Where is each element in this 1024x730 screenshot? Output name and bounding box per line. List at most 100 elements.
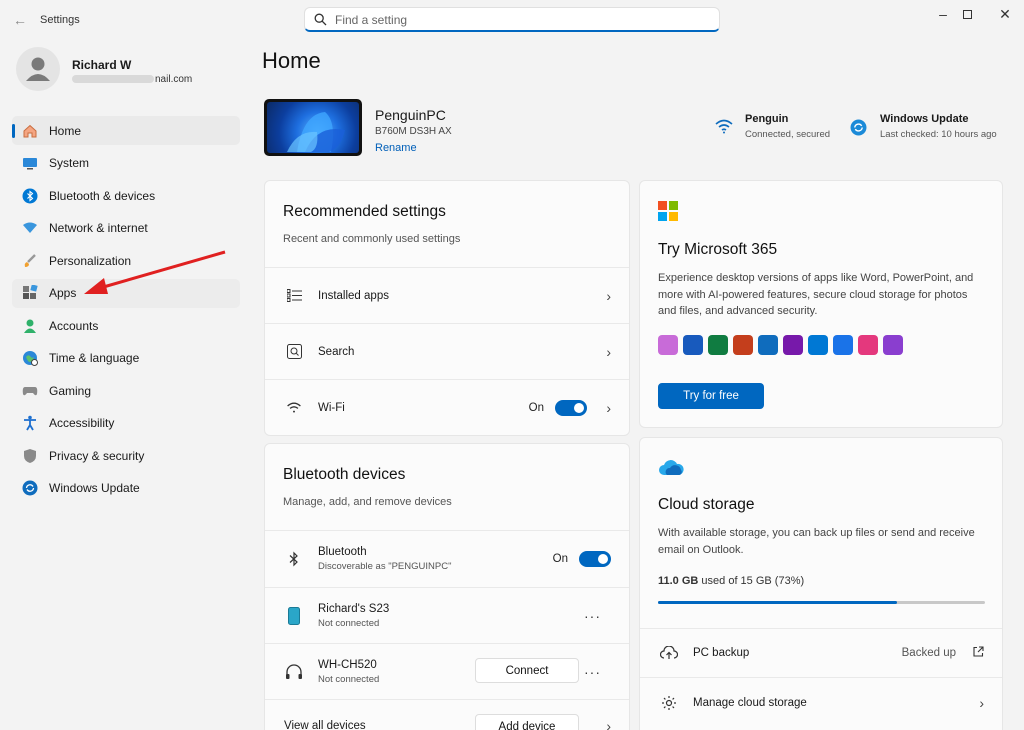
chevron-right-icon: ›	[979, 694, 984, 711]
bluetooth-devices-card: Bluetooth devices Manage, add, and remov…	[264, 443, 630, 730]
search-settings-icon	[285, 343, 303, 361]
logo-square	[658, 201, 667, 210]
app-icon	[708, 335, 728, 355]
logo-square	[658, 212, 667, 221]
home-icon	[21, 122, 39, 140]
search-icon	[314, 13, 327, 26]
accessibility-icon	[21, 414, 39, 432]
app-icon	[658, 335, 678, 355]
app-icon	[808, 335, 828, 355]
storage-used: 11.0 GB	[658, 575, 699, 587]
open-external-icon[interactable]	[973, 646, 984, 660]
avatar[interactable]	[16, 47, 60, 91]
cloud-storage-card: Cloud storage With available storage, yo…	[639, 437, 1003, 730]
device-model: B760M DS3H AX	[375, 126, 452, 137]
installed-apps-row[interactable]: Installed apps ›	[265, 267, 629, 323]
sidebar-item-privacy[interactable]: Privacy & security	[12, 441, 240, 470]
sidebar-item-windows-update[interactable]: Windows Update	[12, 474, 240, 503]
row-sublabel: Discoverable as "PENGUINPC"	[318, 561, 452, 572]
annotation-arrow	[84, 250, 226, 294]
sidebar-item-label: Network & internet	[49, 221, 148, 235]
chevron-right-icon: ›	[606, 399, 611, 416]
bluetooth-icon	[21, 187, 39, 205]
update-status-icon	[850, 119, 867, 136]
connect-button[interactable]: Connect	[475, 658, 579, 683]
more-options-icon[interactable]: ···	[584, 608, 601, 624]
update-status-title: Windows Update	[880, 113, 969, 125]
add-device-button[interactable]: Add device	[475, 714, 579, 730]
wifi-status-sub: Connected, secured	[745, 129, 831, 140]
page-title: Home	[262, 48, 321, 73]
wifi-status[interactable]: Penguin Connected, secured	[745, 113, 830, 140]
backup-state: Backed up	[901, 647, 956, 659]
app-icon	[858, 335, 878, 355]
sidebar-item-label: Windows Update	[49, 481, 140, 495]
wifi-row[interactable]: Wi-Fi On ›	[265, 379, 629, 435]
device-row[interactable]: WH-CH520 Not connected Connect ···	[265, 643, 629, 699]
brush-icon	[21, 252, 39, 270]
microsoft-365-card: Try Microsoft 365 Experience desktop ver…	[639, 180, 1003, 428]
try-for-free-button[interactable]: Try for free	[658, 383, 764, 409]
app-title: Settings	[40, 14, 80, 26]
sidebar-item-home[interactable]: Home	[12, 116, 240, 145]
wifi-icon	[715, 119, 733, 134]
sidebar-item-label: Home	[49, 123, 82, 138]
sidebar-nav: Home System Bluetooth & devices Network …	[12, 116, 240, 506]
email-suffix: nail.com	[155, 74, 193, 85]
recommended-settings-card: Recommended settings Recent and commonly…	[264, 180, 630, 436]
search-input[interactable]	[335, 10, 705, 29]
chevron-right-icon: ›	[606, 287, 611, 304]
device-row[interactable]: Richard's S23 Not connected ···	[265, 587, 629, 643]
search-box[interactable]	[304, 7, 720, 32]
sidebar-item-time-language[interactable]: Time & language	[12, 344, 240, 373]
sidebar-item-label: Gaming	[49, 383, 92, 398]
sidebar-item-accessibility[interactable]: Accessibility	[12, 409, 240, 438]
wallpaper-bloom-icon	[287, 112, 345, 152]
device-status: Not connected	[318, 617, 380, 629]
sidebar-item-accounts[interactable]: Accounts	[12, 311, 240, 340]
person-icon	[26, 57, 50, 81]
view-all-devices-row[interactable]: View all devices Add device ›	[265, 699, 629, 730]
sidebar-item-bluetooth[interactable]: Bluetooth & devices	[12, 181, 240, 210]
device-name: PenguinPC	[375, 107, 446, 123]
wifi-row-icon	[285, 399, 303, 417]
device-status: Not connected	[318, 673, 380, 685]
storage-progress-bar	[658, 601, 985, 604]
card-title: Recommended settings	[283, 203, 446, 220]
more-options-icon[interactable]: ···	[584, 664, 601, 680]
wifi-toggle-state: On	[528, 401, 544, 414]
bluetooth-toggle[interactable]	[579, 551, 611, 567]
bluetooth-row[interactable]: Bluetooth Discoverable as "PENGUINPC" On	[265, 530, 629, 587]
card-subtitle: Recent and commonly used settings	[283, 233, 461, 245]
view-all-devices-link[interactable]: View all devices	[284, 720, 366, 730]
sidebar-item-system[interactable]: System	[12, 149, 240, 178]
back-arrow-icon[interactable]: ←	[10, 10, 30, 30]
card-title: Try Microsoft 365	[658, 241, 778, 258]
wifi-toggle[interactable]	[555, 399, 587, 416]
search-row[interactable]: Search ›	[265, 323, 629, 379]
profile-email: nail.com	[72, 74, 192, 85]
onedrive-cloud-icon	[659, 460, 684, 475]
update-status-sub: Last checked: 10 hours ago	[880, 129, 997, 140]
row-label: Wi-Fi	[318, 401, 345, 414]
device-label: Richard's S23 Not connected	[318, 603, 389, 629]
storage-progress-fill	[658, 601, 897, 604]
network-icon	[21, 219, 39, 237]
sidebar-item-gaming[interactable]: Gaming	[12, 376, 240, 405]
sidebar-item-network[interactable]: Network & internet	[12, 214, 240, 243]
phone-icon	[285, 606, 303, 625]
sidebar-item-label: Time & language	[49, 351, 140, 365]
close-icon[interactable]: ✕	[982, 2, 1024, 26]
sidebar-item-label: System	[49, 156, 90, 170]
row-label: Manage cloud storage	[693, 696, 807, 709]
pc-thumbnail	[264, 99, 362, 156]
bluetooth-row-icon	[285, 550, 303, 568]
rename-link[interactable]: Rename	[375, 142, 417, 154]
gear-icon	[660, 694, 678, 712]
app-icon	[758, 335, 778, 355]
chevron-right-icon: ›	[606, 718, 611, 730]
pc-backup-row[interactable]: PC backup Backed up	[640, 628, 1002, 677]
sidebar-item-label: Apps	[49, 286, 77, 300]
manage-cloud-storage-row[interactable]: Manage cloud storage ›	[640, 677, 1002, 727]
windows-update-status[interactable]: Windows Update Last checked: 10 hours ag…	[880, 113, 997, 140]
